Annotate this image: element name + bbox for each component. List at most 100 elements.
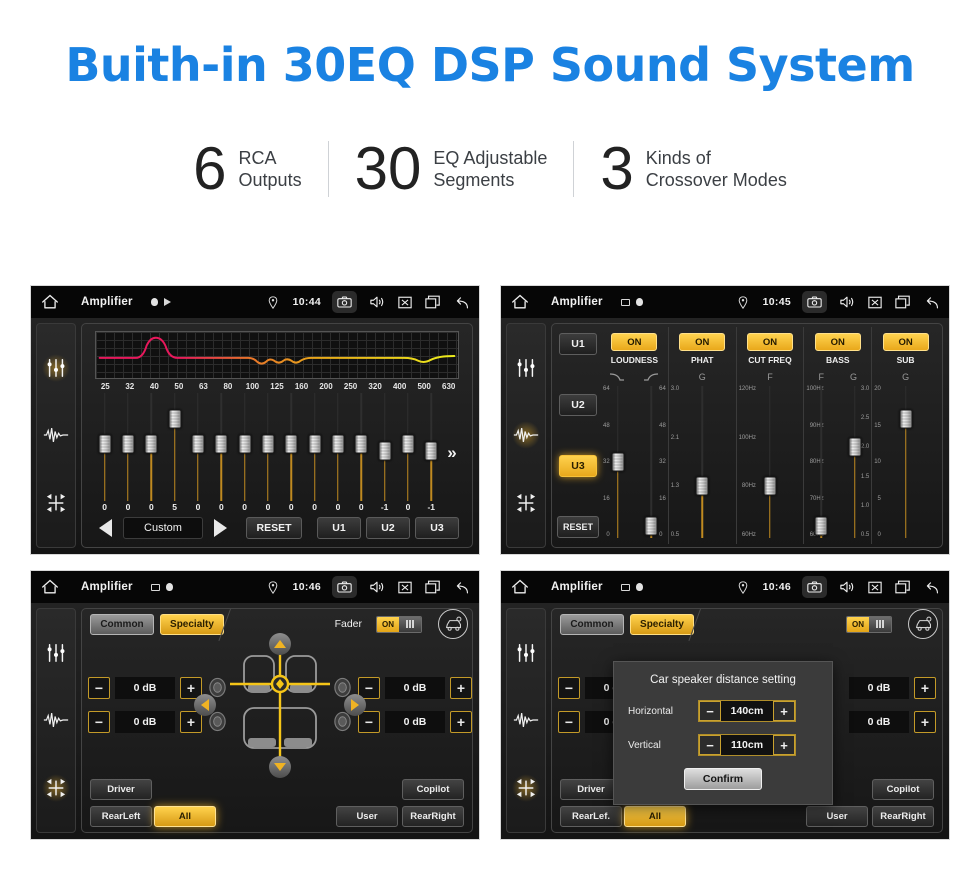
- slider-track[interactable]: [168, 393, 182, 501]
- speaker-icon[interactable]: [368, 294, 385, 310]
- car-settings-icon[interactable]: [438, 609, 468, 639]
- slider-knob[interactable]: [261, 434, 275, 454]
- eq-band-slider[interactable]: -1: [420, 393, 443, 513]
- sidebar-item-equalizer[interactable]: [42, 353, 70, 382]
- seat-button-rearright[interactable]: RearRight: [872, 806, 934, 827]
- home-icon[interactable]: [511, 579, 529, 595]
- slider-knob[interactable]: [644, 516, 658, 536]
- back-arrow-icon[interactable]: [922, 579, 939, 595]
- home-icon[interactable]: [511, 294, 529, 310]
- slider-knob[interactable]: [168, 409, 182, 429]
- slider-knob[interactable]: [191, 434, 205, 454]
- slider-knob[interactable]: [424, 441, 438, 461]
- loudness-on-button[interactable]: ON: [611, 333, 658, 351]
- camera-button[interactable]: [802, 576, 827, 598]
- slider-knob[interactable]: [331, 434, 345, 454]
- home-icon[interactable]: [41, 579, 59, 595]
- slider-knob[interactable]: [121, 434, 135, 454]
- tab-common[interactable]: Common: [90, 613, 154, 635]
- tab-specialty[interactable]: Specialty: [630, 613, 694, 635]
- slider-knob[interactable]: [401, 434, 415, 454]
- bass-freq-slider[interactable]: 100Hz 90Hz 80Hz 70Hz 60Hz: [806, 386, 835, 538]
- sub-on-button[interactable]: ON: [882, 333, 929, 351]
- home-icon[interactable]: [41, 294, 59, 310]
- slider-knob[interactable]: [378, 441, 392, 461]
- back-arrow-icon[interactable]: [452, 294, 469, 310]
- slider-knob[interactable]: [899, 409, 913, 429]
- tab-specialty[interactable]: Specialty: [160, 613, 224, 635]
- slider-track[interactable]: [848, 386, 861, 538]
- prev-preset-button[interactable]: [99, 519, 112, 537]
- eq-band-slider[interactable]: 0: [396, 393, 419, 513]
- user-preset-u3-button[interactable]: U3: [415, 517, 459, 539]
- slider-knob[interactable]: [238, 434, 252, 454]
- seat-button-all[interactable]: All: [624, 806, 686, 827]
- recent-apps-icon[interactable]: [894, 294, 911, 310]
- slider-track[interactable]: [308, 393, 322, 501]
- eq-band-slider[interactable]: 0: [256, 393, 279, 513]
- minus-button[interactable]: −: [558, 710, 580, 733]
- car-settings-icon[interactable]: [908, 609, 938, 639]
- recent-apps-icon[interactable]: [894, 579, 911, 595]
- slider-track[interactable]: [695, 386, 709, 538]
- seat-button-copilot[interactable]: Copilot: [402, 779, 464, 800]
- cutfreq-on-button[interactable]: ON: [746, 333, 793, 351]
- plus-button[interactable]: +: [914, 676, 936, 699]
- minus-button[interactable]: −: [88, 676, 110, 699]
- slider-track[interactable]: [644, 386, 658, 538]
- preset-name-display[interactable]: Custom: [123, 517, 203, 539]
- slider-knob[interactable]: [98, 434, 112, 454]
- x-box-icon[interactable]: [866, 579, 883, 595]
- move-down-button[interactable]: [269, 756, 291, 778]
- slider-knob[interactable]: [848, 437, 861, 457]
- camera-button[interactable]: [802, 291, 827, 313]
- back-arrow-icon[interactable]: [922, 294, 939, 310]
- eq-band-slider[interactable]: 0: [303, 393, 326, 513]
- fader-toggle[interactable]: ON: [846, 615, 892, 633]
- eq-band-slider[interactable]: 0: [93, 393, 116, 513]
- slider-track[interactable]: [261, 393, 275, 501]
- move-left-button[interactable]: [194, 693, 216, 716]
- eq-band-slider[interactable]: 0: [326, 393, 349, 513]
- eq-band-slider[interactable]: 0: [350, 393, 373, 513]
- speaker-icon[interactable]: [368, 579, 385, 595]
- slider-knob[interactable]: [144, 434, 158, 454]
- eq-band-slider[interactable]: 0: [186, 393, 209, 513]
- slider-track[interactable]: [284, 393, 298, 501]
- bass-on-button[interactable]: ON: [814, 333, 861, 351]
- slider-track[interactable]: [899, 386, 913, 538]
- vertical-stepper[interactable]: − 110cm +: [698, 734, 796, 756]
- plus-button[interactable]: +: [773, 701, 795, 721]
- seat-button-user[interactable]: User: [336, 806, 398, 827]
- eq-band-slider[interactable]: 0: [210, 393, 233, 513]
- eq-more-bands-icon[interactable]: »: [443, 393, 461, 513]
- sidebar-item-waveform[interactable]: [512, 421, 540, 450]
- speaker-icon[interactable]: [838, 294, 855, 310]
- slider-knob[interactable]: [308, 434, 322, 454]
- reset-button[interactable]: RESET: [557, 516, 599, 538]
- slider-track[interactable]: [98, 393, 112, 501]
- seat-button-copilot[interactable]: Copilot: [872, 779, 934, 800]
- loudness-slider-right[interactable]: 64 48 32 16 0: [636, 386, 666, 538]
- minus-button[interactable]: −: [699, 735, 721, 755]
- preset-u3-button[interactable]: U3: [559, 455, 597, 477]
- sidebar-item-waveform[interactable]: [512, 706, 540, 734]
- back-arrow-icon[interactable]: [452, 579, 469, 595]
- seat-button-rearleft[interactable]: RearLef.: [560, 806, 622, 827]
- eq-band-slider[interactable]: 0: [233, 393, 256, 513]
- slider-track[interactable]: [611, 386, 625, 538]
- camera-button[interactable]: [332, 576, 357, 598]
- slider-track[interactable]: [763, 386, 777, 538]
- confirm-button[interactable]: Confirm: [684, 768, 762, 790]
- slider-track[interactable]: [378, 393, 392, 501]
- move-up-button[interactable]: [269, 633, 291, 655]
- reset-button[interactable]: RESET: [246, 517, 302, 539]
- sidebar-item-equalizer[interactable]: [42, 639, 70, 667]
- plus-button[interactable]: +: [450, 710, 472, 733]
- eq-band-slider[interactable]: 0: [280, 393, 303, 513]
- seat-button-rearleft[interactable]: RearLeft: [90, 806, 152, 827]
- slider-track[interactable]: [214, 393, 228, 501]
- slider-knob[interactable]: [611, 452, 625, 472]
- seat-button-rearright[interactable]: RearRight: [402, 806, 464, 827]
- minus-button[interactable]: −: [699, 701, 721, 721]
